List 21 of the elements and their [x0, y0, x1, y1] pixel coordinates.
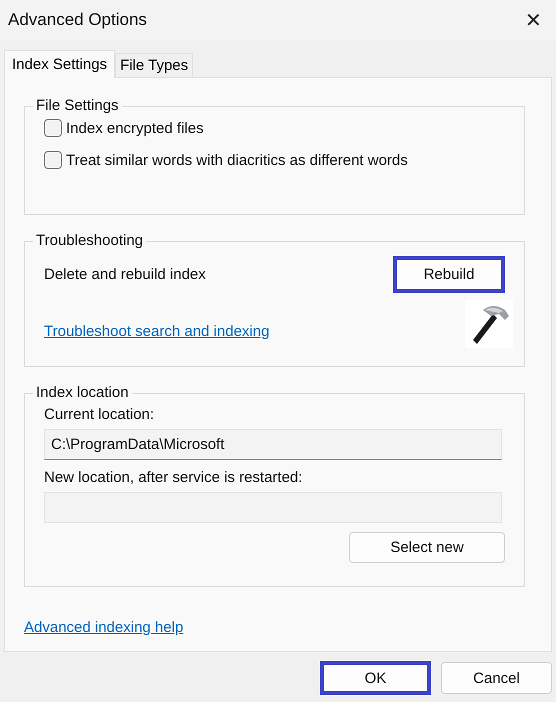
checkbox[interactable]: [44, 119, 62, 137]
help-link[interactable]: Advanced indexing help: [24, 619, 184, 636]
tab[interactable]: File Types: [115, 53, 194, 77]
field-label: Current location:: [44, 406, 156, 424]
checkbox-label[interactable]: Treat similar words with diacritics as different words: [66, 152, 408, 168]
checkbox-label[interactable]: Index encrypted files: [66, 120, 204, 136]
rebuild-label: Delete and rebuild index: [44, 266, 206, 283]
select-new-button[interactable]: Select new: [349, 532, 505, 563]
field-label: New location, after service is restarted:: [44, 469, 304, 487]
tab[interactable]: Index Settings: [4, 50, 116, 78]
group-title: File Settings: [33, 97, 122, 115]
rebuild-button[interactable]: Rebuild: [393, 256, 505, 293]
hammer-icon: [465, 300, 513, 348]
dialog-button[interactable]: OK: [320, 661, 431, 695]
close-button[interactable]: ✕: [521, 8, 546, 32]
checkbox[interactable]: [44, 151, 62, 169]
group-title: Troubleshooting: [33, 232, 146, 250]
dialog-button[interactable]: Cancel: [441, 662, 552, 694]
location-field[interactable]: C:\ProgramData\Microsoft: [44, 429, 502, 460]
troubleshoot-link[interactable]: Troubleshoot search and indexing: [44, 323, 270, 340]
window-title: Advanced Options: [8, 10, 147, 30]
